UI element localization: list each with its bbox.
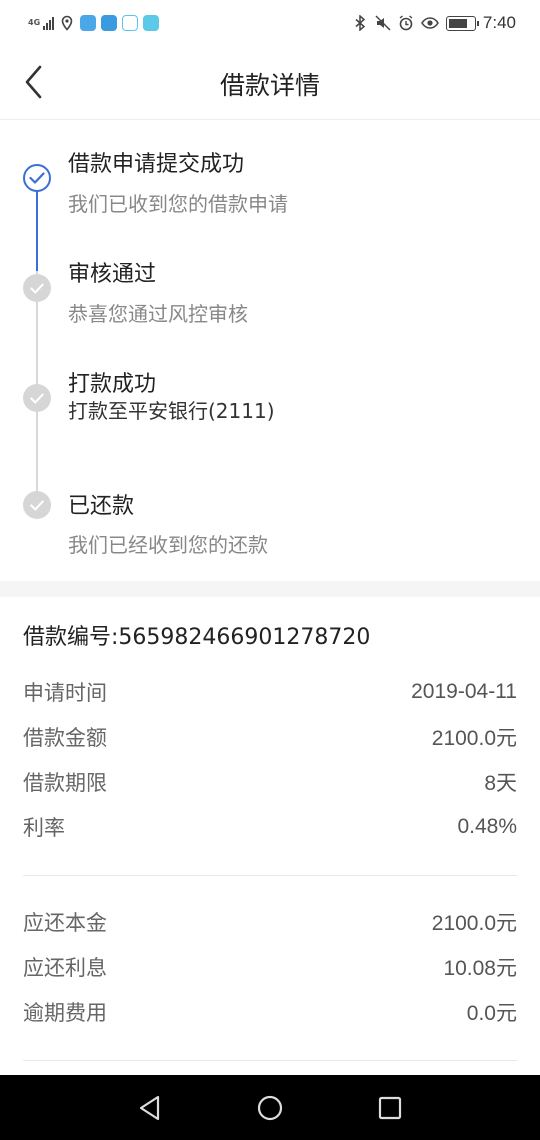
detail-row: 逾期费用 0.0元 (23, 997, 517, 1027)
detail-row: 应还利息 10.08元 (23, 952, 517, 982)
app-icon (80, 15, 96, 31)
detail-label: 借款金额 (23, 726, 107, 750)
nav-recents-button[interactable] (375, 1093, 405, 1123)
detail-value: 0.48% (457, 815, 517, 838)
app-icon (122, 15, 138, 31)
detail-label: 应还利息 (23, 956, 107, 980)
system-nav-bar (0, 1075, 540, 1140)
battery-icon (445, 15, 479, 31)
nav-home-button[interactable] (255, 1093, 285, 1123)
detail-row: 应还本金 2100.0元 (23, 907, 517, 937)
app-icon (101, 15, 117, 31)
detail-label: 应还本金 (23, 911, 107, 935)
timeline-step-title: 打款成功 (68, 372, 157, 397)
detail-row: 利率 0.48% (23, 812, 517, 842)
step-check-icon (23, 274, 51, 302)
detail-label: 逾期费用 (23, 1001, 107, 1025)
timeline-step-title: 审核通过 (68, 262, 157, 287)
signal-icon (43, 16, 54, 30)
step-check-icon (23, 384, 51, 412)
nav-back-button[interactable] (135, 1093, 165, 1123)
timeline-connector-active (36, 191, 38, 271)
detail-value: 10.08元 (443, 957, 517, 980)
step-check-icon (23, 491, 51, 519)
status-right: 7:40 (352, 12, 516, 34)
app-header: 借款详情 (0, 44, 540, 120)
divider (23, 875, 517, 876)
network-type: 4G (28, 18, 41, 27)
divider (23, 1060, 517, 1061)
status-left: 4G (28, 12, 159, 34)
page-title: 借款详情 (219, 71, 320, 100)
section-gap (0, 581, 540, 597)
detail-label: 利率 (23, 816, 65, 840)
recent-square-icon (378, 1096, 402, 1120)
detail-label: 借款期限 (23, 771, 107, 795)
detail-row: 借款金额 2100.0元 (23, 722, 517, 752)
detail-value: 0.0元 (466, 1002, 517, 1025)
app-icon (143, 15, 159, 31)
detail-value: 8天 (484, 772, 517, 795)
detail-value: 2100.0元 (431, 727, 517, 750)
eye-icon (420, 17, 439, 29)
bluetooth-icon (355, 15, 366, 31)
detail-value: 2100.0元 (431, 912, 517, 935)
detail-label: 申请时间 (23, 681, 107, 705)
clock-time: 7:40 (482, 13, 516, 32)
timeline-step-subtitle: 恭喜您通过风控审核 (68, 302, 248, 326)
loan-number: 借款编号:565982466901278720 (23, 625, 371, 650)
mute-icon (375, 15, 391, 31)
timeline-step-subtitle: 打款至平安银行(2111) (68, 399, 275, 423)
alarm-icon (399, 15, 413, 31)
loan-details: 借款编号:565982466901278720 申请时间 2019-04-11 … (0, 597, 540, 1075)
timeline-step-subtitle: 我们已经收到您的还款 (68, 533, 268, 557)
location-icon (61, 15, 73, 31)
timeline-step-subtitle: 我们已收到您的借款申请 (68, 192, 288, 216)
detail-row: 借款期限 8天 (23, 767, 517, 797)
step-check-icon-active (23, 164, 51, 192)
timeline-step-title: 借款申请提交成功 (68, 152, 245, 177)
status-bar: 4G 7:40 (0, 0, 540, 44)
detail-row: 申请时间 2019-04-11 (23, 677, 517, 707)
loan-progress-timeline: 借款申请提交成功 我们已收到您的借款申请 审核通过 恭喜您通过风控审核 打款成功… (0, 121, 540, 581)
back-triangle-icon (139, 1095, 160, 1121)
detail-value: 2019-04-11 (411, 680, 517, 703)
home-circle-icon (257, 1095, 283, 1121)
timeline-step-title: 已还款 (68, 494, 135, 519)
